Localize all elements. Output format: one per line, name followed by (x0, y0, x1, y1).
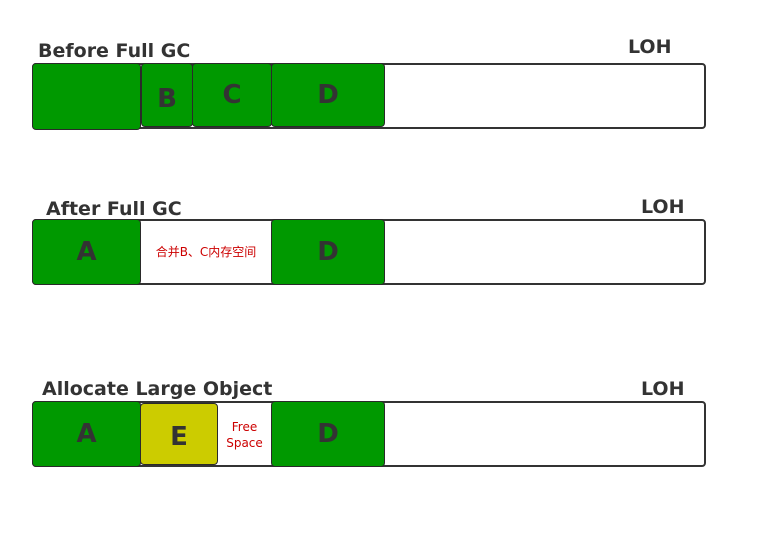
loh-label: LOH (641, 196, 685, 218)
block-c: C (192, 63, 272, 127)
merged-space-note: 合并B、C内存空间 (155, 245, 257, 259)
row-title-before-full-gc: Before Full GC (38, 40, 191, 62)
free-space-note: Free Space (218, 419, 271, 451)
block-b: B (141, 63, 193, 127)
free-space-line1: Free (231, 420, 258, 434)
block-a-before (32, 63, 141, 130)
loh-label: LOH (628, 36, 672, 58)
block-a-allocate: A (32, 401, 141, 467)
block-d-after: D (271, 219, 385, 285)
row-title-after-full-gc: After Full GC (46, 198, 182, 220)
block-d-before: D (271, 63, 385, 127)
block-e-new-object: E (140, 403, 218, 465)
block-a-after: A (32, 219, 141, 285)
loh-label: LOH (641, 378, 685, 400)
row-title-allocate-large-object: Allocate Large Object (42, 378, 273, 400)
free-space-line2: Space (226, 436, 263, 450)
block-d-allocate: D (271, 401, 385, 467)
